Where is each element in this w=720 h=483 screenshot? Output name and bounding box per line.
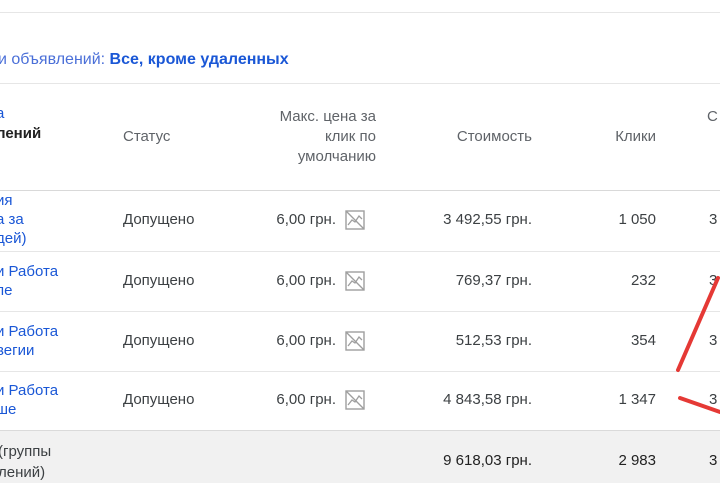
total-clicks: 2 983 [618,452,656,469]
header-max-cpc-line1: Макс. цена за [279,108,376,125]
table-row: и Работа ше Допущено 6,00 грн. 4 843,58 … [0,371,720,432]
row-bid[interactable]: 6,00 грн. [236,272,336,289]
table-row: и Работа пе Допущено 6,00 грн. 769,37 гр… [0,251,720,312]
bid-simulator-unavailable-icon[interactable] [343,208,367,232]
table-row: ия а за дей) Допущено 6,00 грн. 3 492,55… [0,191,720,252]
row-name-line1: и Работа [0,382,59,399]
filter-bar: и объявлений: Все, кроме удаленных [0,13,720,84]
row-cost: 769,37 грн. [455,272,532,289]
header-max-cpc-line2: клик по [324,128,376,145]
header-name-line1: а [0,105,5,122]
row-name-line2: пе [0,282,13,299]
filter-value[interactable]: Все, кроме удаленных [110,51,289,68]
row-name-link[interactable]: и Работа ше [0,381,86,419]
row-name-link[interactable]: и Работа пе [0,262,86,300]
row-ctr: 3 [709,211,718,228]
row-clicks: 1 347 [618,391,656,408]
total-cost: 9 618,03 грн. [443,452,532,469]
row-name-line2: вегии [0,342,35,359]
row-name-line2: ше [0,401,17,418]
row-cost: 512,53 грн. [455,332,532,349]
row-name-link[interactable]: и Работа вегии [0,322,86,360]
total-label-line1: (группы [0,443,52,460]
row-status: Допущено [123,332,195,349]
table-row: и Работа вегии Допущено 6,00 грн. 512,53… [0,311,720,372]
row-clicks: 232 [630,272,656,289]
total-ctr: 3 [709,452,718,469]
row-status: Допущено [123,272,195,289]
bid-simulator-unavailable-icon[interactable] [343,388,367,412]
row-cost: 3 492,55 грн. [443,211,532,228]
row-name-line2: а за [0,211,24,228]
total-label: (группы лений) [0,441,51,483]
top-border [0,0,720,13]
row-name-link[interactable]: ия а за дей) [0,191,86,248]
row-cost: 4 843,58 грн. [443,391,532,408]
row-clicks: 354 [630,332,656,349]
header-max-cpc[interactable]: Макс. цена за клик по умолчанию [256,107,376,167]
row-status: Допущено [123,391,195,408]
filter-label: и объявлений: [0,51,110,68]
header-name[interactable]: а лений [0,104,66,144]
bid-simulator-unavailable-icon[interactable] [343,269,367,293]
row-name-line1: ия [0,192,13,209]
row-clicks: 1 050 [618,211,656,228]
row-name-line1: и Работа [0,263,59,280]
header-ctr[interactable]: С [707,107,718,127]
row-bid[interactable]: 6,00 грн. [236,391,336,408]
header-cost[interactable]: Стоимость [410,127,532,147]
annotation-arrows [676,276,720,414]
header-name-line2: лений [0,125,42,142]
bid-simulator-unavailable-icon[interactable] [343,329,367,353]
row-status: Допущено [123,211,195,228]
total-row: (группы лений) 9 618,03 грн. 2 983 3 [0,430,720,483]
header-clicks[interactable]: Клики [580,127,656,147]
filter-text[interactable]: и объявлений: Все, кроме удаленных [0,51,289,69]
row-name-line1: и Работа [0,323,59,340]
row-bid[interactable]: 6,00 грн. [236,332,336,349]
header-max-cpc-line3: умолчанию [297,148,376,165]
header-status[interactable]: Статус [123,127,170,147]
row-bid[interactable]: 6,00 грн. [236,211,336,228]
row-name-line3: дей) [0,230,27,247]
table-header: а лений Статус Макс. цена за клик по умо… [0,84,720,191]
